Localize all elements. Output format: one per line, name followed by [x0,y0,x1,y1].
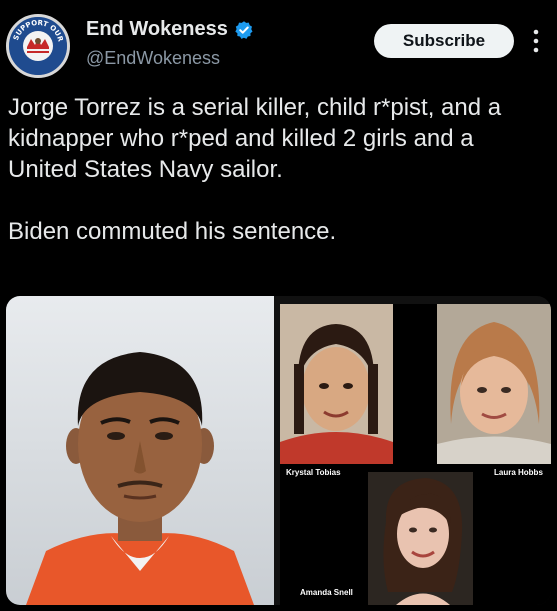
victim-caption-1: Krystal Tobias [286,468,341,477]
support-our-troops-badge-icon: SUPPORT OUR TROOPS [9,17,67,75]
account-name-row[interactable]: End Wokeness [86,18,254,41]
victim-photo-1[interactable] [280,304,393,464]
victim-caption-3: Amanda Snell [300,588,353,597]
victims-collage[interactable]: Krystal Tobias Laura Hobbs Amanda Snell [280,304,551,605]
victim-photo-3[interactable] [368,472,473,605]
avatar[interactable]: SUPPORT OUR TROOPS [6,14,70,78]
subscribe-button[interactable]: Subscribe [374,24,514,58]
tweet-text: Jorge Torrez is a serial killer, child r… [8,92,548,247]
verified-badge-icon [235,20,253,39]
tweet-paragraph: Biden commuted his sentence. [8,218,337,245]
victim-photo-2[interactable] [437,304,551,464]
account-handle[interactable]: @EndWokeness [86,48,220,69]
tweet-paragraph: Jorge Torrez is a serial killer, child r… [8,94,502,183]
more-vertical-icon[interactable] [526,28,546,54]
victim-caption-2: Laura Hobbs [494,468,543,477]
mugshot-photo[interactable] [6,296,274,605]
tweet-media[interactable]: Krystal Tobias Laura Hobbs Amanda Snell [6,296,551,605]
account-name[interactable]: End Wokeness [86,18,228,41]
